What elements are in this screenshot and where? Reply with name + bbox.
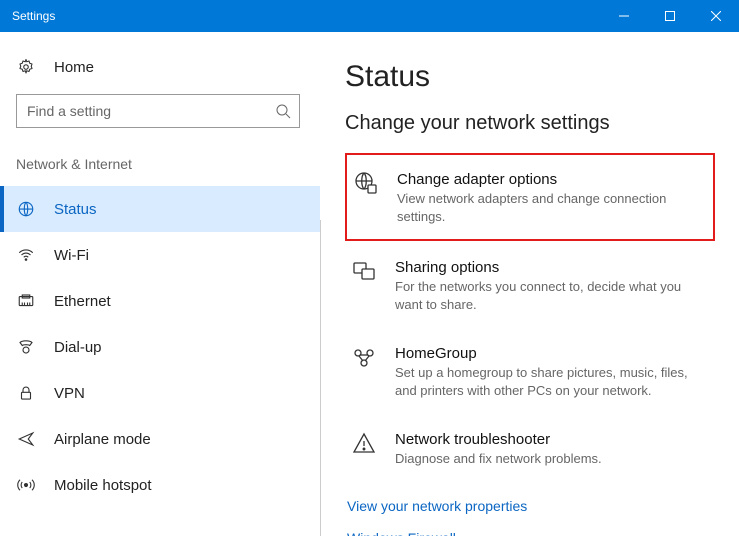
globe-adapter-icon (353, 171, 379, 197)
option-sharing[interactable]: Sharing options For the networks you con… (345, 249, 715, 327)
sidebar-item-label: Dial-up (54, 339, 102, 356)
status-icon (16, 200, 36, 218)
sidebar-item-vpn[interactable]: VPN (0, 370, 320, 416)
vpn-icon (16, 384, 36, 402)
option-title: HomeGroup (395, 345, 709, 362)
gear-icon (16, 58, 36, 76)
search-icon (275, 103, 291, 119)
option-desc: Diagnose and fix network problems. (395, 450, 602, 468)
homegroup-icon (351, 345, 377, 371)
option-homegroup[interactable]: HomeGroup Set up a homegroup to share pi… (345, 335, 715, 413)
link-windows-firewall[interactable]: Windows Firewall (345, 522, 715, 536)
titlebar: Settings (0, 0, 739, 32)
search-placeholder: Find a setting (27, 103, 275, 119)
close-button[interactable] (693, 0, 739, 32)
content-pane: Status Change your network settings Chan… (320, 32, 739, 536)
search-input[interactable]: Find a setting (16, 94, 300, 128)
window-title: Settings (12, 9, 601, 23)
page-subheading: Change your network settings (345, 112, 715, 135)
warning-icon (351, 431, 377, 457)
sidebar-item-label: VPN (54, 385, 85, 402)
airplane-icon (16, 430, 36, 448)
sidebar-section-label: Network & Internet (0, 138, 320, 186)
sidebar-item-label: Airplane mode (54, 431, 151, 448)
sidebar-item-label: Mobile hotspot (54, 477, 152, 494)
option-desc: View network adapters and change connect… (397, 190, 707, 225)
sidebar-item-label: Status (54, 201, 97, 218)
ethernet-icon (16, 292, 36, 310)
sidebar-item-status[interactable]: Status (0, 186, 320, 232)
wifi-icon (16, 246, 36, 264)
home-label: Home (54, 59, 94, 76)
sidebar: Home Find a setting Network & Internet S… (0, 32, 320, 536)
sidebar-item-airplane[interactable]: Airplane mode (0, 416, 320, 462)
link-view-properties[interactable]: View your network properties (345, 490, 715, 522)
dialup-icon (16, 338, 36, 356)
sidebar-item-wifi[interactable]: Wi-Fi (0, 232, 320, 278)
minimize-button[interactable] (601, 0, 647, 32)
sidebar-item-ethernet[interactable]: Ethernet (0, 278, 320, 324)
option-title: Sharing options (395, 259, 709, 276)
option-troubleshooter[interactable]: Network troubleshooter Diagnose and fix … (345, 421, 715, 482)
home-button[interactable]: Home (0, 50, 320, 84)
sidebar-item-dialup[interactable]: Dial-up (0, 324, 320, 370)
sharing-icon (351, 259, 377, 285)
maximize-button[interactable] (647, 0, 693, 32)
sidebar-item-hotspot[interactable]: Mobile hotspot (0, 462, 320, 508)
option-desc: Set up a homegroup to share pictures, mu… (395, 364, 709, 399)
hotspot-icon (16, 476, 36, 494)
sidebar-item-label: Ethernet (54, 293, 111, 310)
option-change-adapter[interactable]: Change adapter options View network adap… (345, 153, 715, 241)
option-desc: For the networks you connect to, decide … (395, 278, 709, 313)
page-title: Status (345, 60, 715, 94)
vertical-divider (320, 220, 321, 536)
sidebar-item-label: Wi-Fi (54, 247, 89, 264)
option-title: Network troubleshooter (395, 431, 602, 448)
option-title: Change adapter options (397, 171, 707, 188)
